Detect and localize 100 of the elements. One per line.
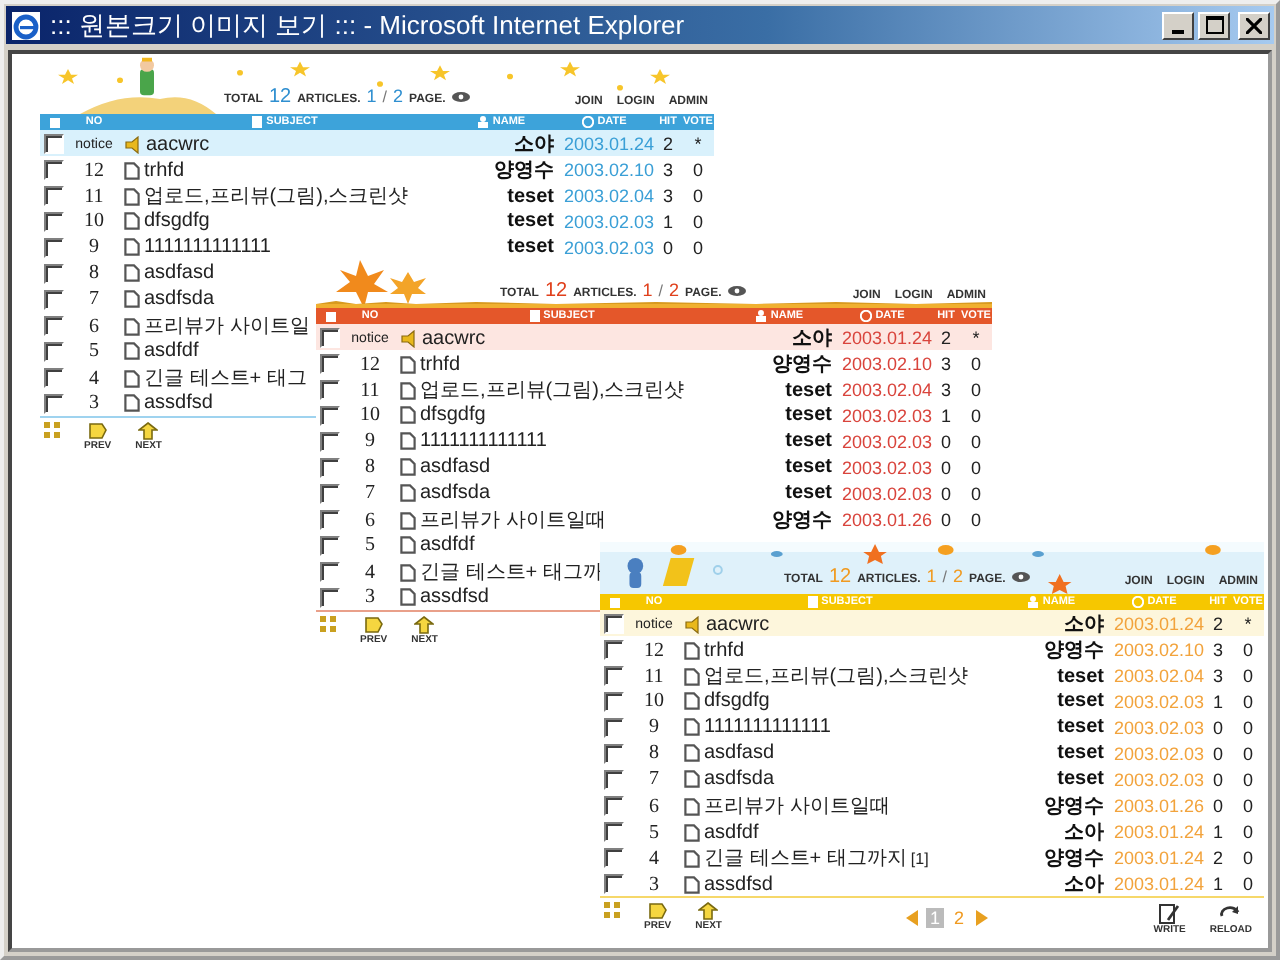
checkbox[interactable] <box>44 160 64 180</box>
checkbox[interactable] <box>604 796 624 816</box>
post-title-link[interactable]: assdfsd <box>420 586 489 608</box>
post-date: 2003.02.10 <box>1111 640 1204 660</box>
post-title-link[interactable]: dfsgdfg <box>420 404 486 426</box>
post-number: 3 <box>87 392 101 414</box>
post-title-link[interactable]: asdfasd <box>144 262 215 284</box>
post-title-link[interactable]: aacwrc <box>706 613 770 635</box>
post-number: 4 <box>647 847 661 869</box>
checkbox[interactable] <box>320 328 340 348</box>
checkbox[interactable] <box>320 354 340 374</box>
checkbox[interactable] <box>604 848 624 868</box>
post-date: 2003.01.24 <box>839 328 932 348</box>
post-title-link[interactable]: 업로드,프리뷰(그림),스크린샷 <box>144 182 409 210</box>
post-number: 8 <box>87 262 101 284</box>
hit-count: 3 <box>938 354 953 374</box>
post-title-link[interactable]: 1111111111111 <box>144 236 271 258</box>
hit-count: 3 <box>660 160 675 180</box>
article-count: 12 <box>268 86 292 108</box>
vote-count: 0 <box>1240 666 1255 686</box>
minimize-button[interactable] <box>1162 11 1194 39</box>
post-title-link[interactable]: trhfd <box>420 353 461 375</box>
comment-count: [1] <box>910 849 929 867</box>
post-title-link[interactable]: dfsgdfg <box>704 690 770 712</box>
select-all-icon[interactable] <box>49 117 59 127</box>
hit-count: 0 <box>660 237 675 257</box>
select-all-icon[interactable] <box>325 311 335 321</box>
post-number: 12 <box>642 639 666 661</box>
vote-count: * <box>692 134 704 154</box>
post-title-link[interactable]: dfsgdfg <box>144 210 210 232</box>
checkbox[interactable] <box>604 874 624 894</box>
post-title-link[interactable]: trhfd <box>144 159 185 181</box>
maximize-button[interactable] <box>1198 11 1230 39</box>
post-title-link[interactable]: asdfdf <box>420 534 475 556</box>
checkbox[interactable] <box>604 614 624 634</box>
post-title-link[interactable]: 긴글 테스트+ 태그까 <box>420 558 603 586</box>
author-name: teset <box>1055 742 1104 764</box>
post-title-link[interactable]: 업로드,프리뷰(그림),스크린샷 <box>420 376 685 404</box>
checkbox[interactable] <box>320 380 340 400</box>
post-number: 11 <box>642 665 666 687</box>
post-number: 11 <box>82 185 106 207</box>
vote-count: 0 <box>1240 848 1255 868</box>
post-title-link[interactable]: trhfd <box>704 639 745 661</box>
author-name: teset <box>783 482 832 504</box>
checkbox[interactable] <box>320 562 340 582</box>
hit-count: 0 <box>938 483 953 503</box>
post-title-link[interactable]: asdfsda <box>420 482 491 504</box>
post-title-link[interactable]: asdfasd <box>704 742 775 764</box>
hit-count: 1 <box>938 405 953 425</box>
post-title-link[interactable]: aacwrc <box>146 133 210 155</box>
maximize-icon <box>1205 16 1223 34</box>
checkbox[interactable] <box>604 640 624 660</box>
post-title-link[interactable]: asdfdf <box>144 340 199 362</box>
hit-count: 2 <box>1210 614 1225 634</box>
post-title-link[interactable]: assdfsd <box>704 873 773 895</box>
post-title-link[interactable]: assdfsd <box>144 392 213 414</box>
vote-count: 0 <box>1240 874 1255 894</box>
checkbox[interactable] <box>604 666 624 686</box>
post-title-link[interactable]: 프리뷰가 사이트일 <box>144 312 310 340</box>
post-title-link[interactable]: 업로드,프리뷰(그림),스크린샷 <box>704 662 969 690</box>
post-number: 4 <box>87 367 101 389</box>
checkbox[interactable] <box>44 316 64 336</box>
document-icon <box>252 116 263 128</box>
post-title-link[interactable]: asdfsda <box>144 288 215 310</box>
checkbox[interactable] <box>44 134 64 154</box>
post-date: 2003.02.04 <box>561 186 654 206</box>
browser-icon <box>10 9 42 41</box>
checkbox[interactable] <box>44 393 64 413</box>
checkbox[interactable] <box>44 186 64 206</box>
post-title-link[interactable]: asdfsda <box>704 768 775 790</box>
vote-count: 0 <box>1240 743 1255 763</box>
post-date: 2003.01.24 <box>1111 848 1204 868</box>
post-title-link[interactable]: asdfdf <box>704 821 759 843</box>
checkbox[interactable] <box>320 510 340 530</box>
vote-count: 0 <box>690 211 705 231</box>
post-title-link[interactable]: 프리뷰가 사이트일때 <box>420 506 606 534</box>
post-title-link[interactable]: asdfasd <box>420 456 491 478</box>
author-name: 양영수 <box>1042 638 1104 664</box>
post-date: 2003.02.03 <box>561 211 654 231</box>
notice-icon <box>400 329 418 347</box>
post-title-link[interactable]: 긴글 테스트+ 태그까지 <box>704 844 907 872</box>
hit-count: 0 <box>1210 769 1225 789</box>
minimize-icon <box>1172 29 1184 33</box>
post-title-link[interactable]: 1111111111111 <box>704 716 831 738</box>
post-date: 2003.01.24 <box>1111 874 1204 894</box>
post-title-link[interactable]: 1111111111111 <box>420 430 547 452</box>
post-title-link[interactable]: aacwrc <box>422 327 486 349</box>
checkbox[interactable] <box>320 587 340 607</box>
author-name: teset <box>783 379 832 401</box>
page-count: 2 <box>669 280 680 300</box>
post-number: 10 <box>642 690 666 712</box>
author-name: teset <box>1055 690 1104 712</box>
checkbox[interactable] <box>604 822 624 842</box>
close-button[interactable] <box>1238 11 1270 39</box>
hit-count: 0 <box>1210 717 1225 737</box>
post-number: 7 <box>647 768 661 790</box>
post-title-link[interactable]: 긴글 테스트+ 태그 <box>144 364 307 392</box>
post-title-link[interactable]: 프리뷰가 사이트일때 <box>704 792 890 820</box>
checkbox[interactable] <box>44 368 64 388</box>
post-number: 6 <box>87 315 101 337</box>
